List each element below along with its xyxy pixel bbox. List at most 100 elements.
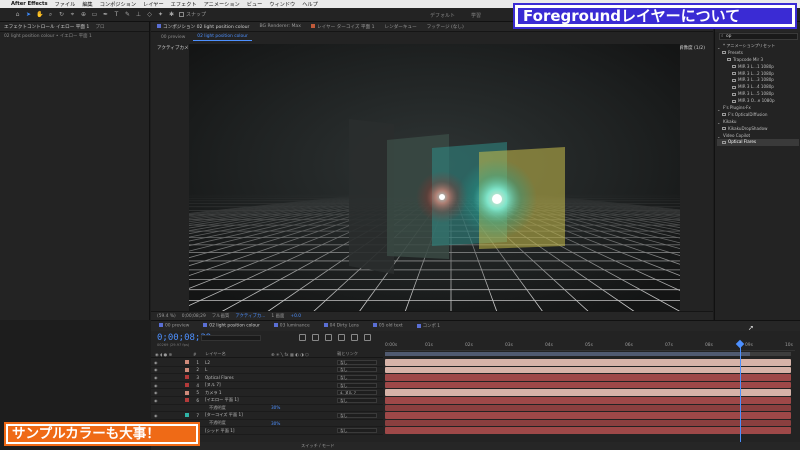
effects-search-input[interactable]: ⌕ op xyxy=(719,33,798,40)
tab-composition[interactable]: コンポジション 02 light position colour xyxy=(157,24,249,30)
parent-select[interactable]: なし xyxy=(337,382,377,388)
type-tool-icon[interactable]: T xyxy=(113,11,120,18)
viewer-timecode[interactable]: 0;00;08;29 xyxy=(182,314,206,319)
layer-duration-bar[interactable] xyxy=(385,359,791,366)
parent-select[interactable]: なし xyxy=(337,428,377,434)
effects-tree-item[interactable]: MIR 3 L...3 1080p xyxy=(717,77,799,84)
layer-duration-bar[interactable] xyxy=(385,396,791,404)
menu-animation[interactable]: アニメーション xyxy=(204,1,240,8)
layer-row[interactable]: ◉ 6 [イエロー 平面 1] なし xyxy=(151,397,383,405)
parent-select[interactable]: なし xyxy=(337,367,377,373)
menu-view[interactable]: ビュー xyxy=(247,1,263,8)
effects-tree-item[interactable]: Optical Flares xyxy=(717,139,799,147)
selection-tool-icon[interactable]: ➤ xyxy=(25,11,32,18)
timeline-tab[interactable]: 05 old text xyxy=(372,323,403,329)
motion-blur-icon[interactable] xyxy=(351,334,358,341)
zoom-select[interactable]: (59.4 %) xyxy=(157,314,176,319)
effects-tree-item[interactable]: MIR 3 L...1 1080p xyxy=(717,64,799,71)
parent-select[interactable]: 4. ヌル 7 xyxy=(337,390,377,396)
layer-duration-bar[interactable] xyxy=(385,374,791,381)
snap-toggle[interactable]: スナップ xyxy=(179,11,206,18)
toggle-switches-modes[interactable]: スイッチ / モード xyxy=(301,443,334,449)
effects-tree-item[interactable]: KikakuDropShadow xyxy=(717,126,799,133)
visibility-eye-icon[interactable]: ◉ xyxy=(154,413,158,418)
quality-select[interactable]: フル画質 xyxy=(212,313,230,319)
tab-project[interactable]: プロ xyxy=(95,24,104,30)
layer-row[interactable]: ◉ 4 [ヌル 7] なし xyxy=(151,382,383,390)
layer-search-input[interactable] xyxy=(201,335,261,341)
effects-tree-item[interactable]: ⌄ Video Copilot xyxy=(717,133,799,140)
effects-tree-item[interactable]: MIR 3 L...4 1080p xyxy=(717,84,799,91)
tab-layer-turquoise[interactable]: レイヤー ターコイズ 平面 1 xyxy=(310,24,375,30)
workspace-default[interactable]: デフォルト xyxy=(430,12,455,19)
puppet-tool-icon[interactable]: ✱ xyxy=(168,11,175,18)
visibility-eye-icon[interactable]: ◉ xyxy=(154,360,158,365)
work-area-bar[interactable] xyxy=(385,352,791,356)
label-color-swatch[interactable] xyxy=(185,375,189,380)
workspace-learn[interactable]: 学習 xyxy=(471,12,481,19)
label-color-swatch[interactable] xyxy=(185,360,189,365)
visibility-eye-icon[interactable]: ◉ xyxy=(154,398,158,403)
hand-tool-icon[interactable]: ✋ xyxy=(36,11,43,18)
pen-tool-icon[interactable]: ✒ xyxy=(102,11,109,18)
label-color-swatch[interactable] xyxy=(185,390,189,395)
effects-tree-item[interactable]: Presets xyxy=(717,50,799,57)
roto-brush-tool-icon[interactable]: ✦ xyxy=(157,11,164,18)
menu-file[interactable]: ファイル xyxy=(55,1,76,8)
layer-duration-bar[interactable] xyxy=(385,389,791,396)
menu-effect[interactable]: エフェクト xyxy=(171,1,197,8)
composition-viewer[interactable] xyxy=(189,44,680,312)
comp-flowchart-icon[interactable] xyxy=(299,334,306,341)
menu-composition[interactable]: コンポジション xyxy=(100,1,136,8)
opacity-value[interactable]: 30% xyxy=(271,421,280,426)
layer-property-row[interactable]: 不透明度 30% xyxy=(151,405,383,413)
time-ruler[interactable]: 0:00s 01s 02s 03s 04s 05s 06s 07s 08s 09s 10s xyxy=(385,341,795,351)
pan-behind-tool-icon[interactable]: ⊕ xyxy=(80,11,87,18)
timeline-tab[interactable]: 00 preview xyxy=(159,323,189,329)
visibility-eye-icon[interactable]: ◉ xyxy=(154,383,158,388)
effects-tree-item[interactable]: F's OpticalDiffusion xyxy=(717,112,799,119)
zoom-tool-icon[interactable]: ⌕ xyxy=(47,11,54,18)
label-color-swatch[interactable] xyxy=(185,413,189,418)
layer-duration-bar[interactable] xyxy=(385,412,791,419)
parent-select[interactable]: なし xyxy=(337,374,377,380)
opacity-value[interactable]: 30% xyxy=(271,405,280,410)
layer-duration-bar[interactable] xyxy=(385,427,791,434)
effects-tree-item[interactable]: MIR 3 L...2 1080p xyxy=(717,71,799,78)
exposure-value[interactable]: +0.0 xyxy=(290,314,301,319)
home-icon[interactable]: ⌂ xyxy=(14,11,21,18)
layer-row[interactable]: ◉ 3 Optical Flares なし xyxy=(151,374,383,382)
effects-tree-item[interactable]: Trapcode Mir 3 xyxy=(717,57,799,64)
views-select[interactable]: 1 画面 xyxy=(271,313,284,319)
timeline-tab[interactable]: 03 luminance xyxy=(273,323,310,329)
app-menu[interactable]: After Effects xyxy=(11,1,48,7)
frame-blending-icon[interactable] xyxy=(338,334,345,341)
effects-tree-item[interactable]: MIR 3 O...e 1080p xyxy=(717,98,799,105)
layer-row[interactable]: ◉ 2 L なし xyxy=(151,367,383,375)
layer-row[interactable]: ◉ 5 カメラ 1 4. ヌル 7 xyxy=(151,389,383,397)
rectangle-tool-icon[interactable]: ▭ xyxy=(91,11,98,18)
effects-tree-item[interactable]: ⌄ F's Plugins-Fx xyxy=(717,105,799,112)
layer-duration-bar[interactable] xyxy=(385,404,791,412)
parent-select[interactable]: なし xyxy=(337,397,377,403)
graph-editor-icon[interactable] xyxy=(364,334,371,341)
nav-00-preview[interactable]: 00 preview xyxy=(157,34,189,41)
label-color-swatch[interactable] xyxy=(185,367,189,372)
eraser-tool-icon[interactable]: ◇ xyxy=(146,11,153,18)
menu-window[interactable]: ウィンドウ xyxy=(269,1,295,8)
tab-footage[interactable]: フッテージ (なし) xyxy=(427,24,464,30)
draft-3d-icon[interactable] xyxy=(312,334,319,341)
clone-stamp-tool-icon[interactable]: ⊥ xyxy=(135,11,142,18)
rotate-tool-icon[interactable]: ↻ xyxy=(58,11,65,18)
brush-tool-icon[interactable]: ✎ xyxy=(124,11,131,18)
nav-02-light-position[interactable]: 02 light position colour xyxy=(193,33,252,41)
parent-select[interactable]: なし xyxy=(337,412,377,418)
layer-duration-bar[interactable] xyxy=(385,366,791,374)
camera-tool-icon[interactable]: ⌖ xyxy=(69,11,76,18)
shy-layers-icon[interactable] xyxy=(325,334,332,341)
tab-effect-controls[interactable]: エフェクトコントロール イエロー 平面 1 xyxy=(4,24,89,30)
menu-edit[interactable]: 編集 xyxy=(82,1,92,8)
tab-bg-renderer[interactable]: BG Renderer: Max xyxy=(259,24,300,29)
menu-help[interactable]: ヘルプ xyxy=(302,1,318,8)
visibility-eye-icon[interactable]: ◉ xyxy=(154,367,158,372)
